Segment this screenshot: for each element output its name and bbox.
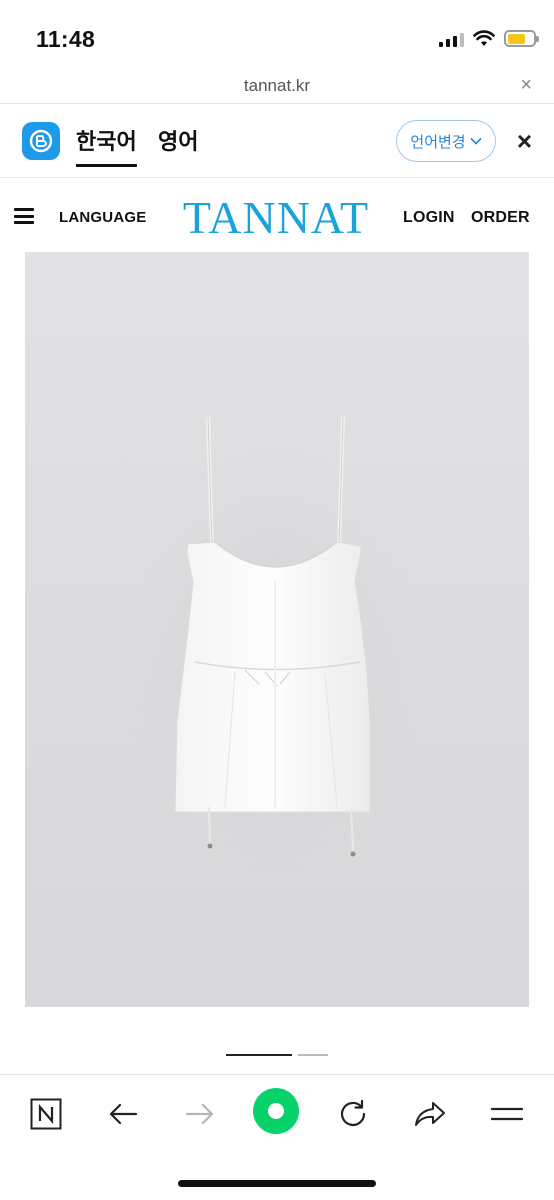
carousel-dot[interactable] (298, 1054, 328, 1056)
chevron-down-icon (470, 137, 482, 145)
site-logo[interactable]: TANNAT (176, 192, 376, 244)
change-language-label: 언어변경 (410, 133, 466, 151)
menu-icon[interactable] (484, 1091, 530, 1137)
battery-icon (504, 30, 539, 47)
site-header: LANGUAGE TANNAT LOGIN ORDER (0, 180, 554, 252)
forward-arrow-icon[interactable] (177, 1091, 223, 1137)
share-icon[interactable] (407, 1091, 453, 1137)
carousel-indicator (0, 1054, 554, 1058)
url-bar[interactable]: tannat.kr × (0, 72, 554, 104)
status-time: 11:48 (36, 26, 96, 52)
home-indicator[interactable] (178, 1180, 376, 1187)
status-bar: 11:48 (0, 0, 554, 72)
naver-n-icon[interactable] (23, 1091, 69, 1137)
cellular-signal-icon (439, 31, 464, 47)
close-translate-icon[interactable]: × (517, 126, 532, 157)
close-tab-icon[interactable]: × (520, 74, 532, 97)
dress-illustration (125, 416, 425, 902)
login-link[interactable]: LOGIN (403, 209, 455, 227)
tab-target-language[interactable]: 영어 (158, 124, 198, 156)
change-language-button[interactable]: 언어변경 (396, 120, 496, 162)
product-image[interactable] (25, 252, 529, 1007)
hamburger-menu-icon[interactable] (14, 208, 34, 224)
back-arrow-icon[interactable] (100, 1091, 146, 1137)
language-link[interactable]: LANGUAGE (59, 209, 146, 226)
wifi-icon (473, 30, 495, 46)
order-link[interactable]: ORDER (471, 209, 530, 227)
bottom-toolbar (0, 1074, 554, 1152)
status-icons (439, 30, 539, 47)
url-text[interactable]: tannat.kr (0, 76, 554, 96)
translate-bar: 한국어 영어 언어변경 × (0, 104, 554, 178)
green-dot-icon[interactable] (253, 1088, 299, 1134)
refresh-icon[interactable] (330, 1091, 376, 1137)
carousel-dot-active[interactable] (226, 1054, 292, 1056)
papago-icon[interactable] (22, 122, 60, 160)
tab-source-language[interactable]: 한국어 (76, 124, 137, 167)
